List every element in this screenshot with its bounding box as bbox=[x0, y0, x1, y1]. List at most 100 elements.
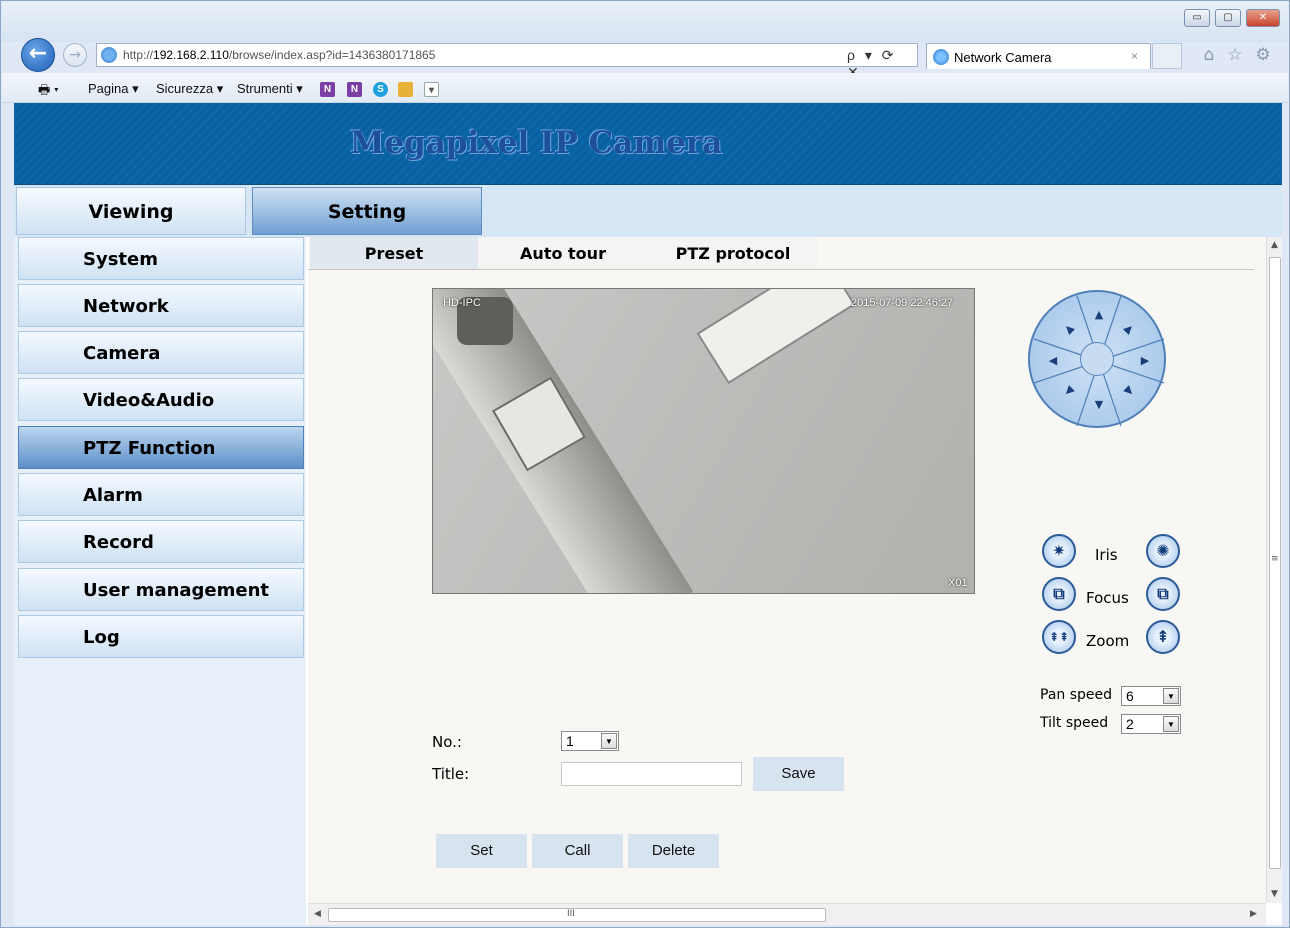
ptz-right-arrow-icon[interactable]: ▶ bbox=[1136, 352, 1154, 370]
save-button[interactable]: Save bbox=[753, 757, 844, 791]
delete-button[interactable]: Delete bbox=[628, 834, 719, 868]
back-button[interactable]: ← bbox=[21, 38, 55, 72]
osd-device-name: HD-IPC bbox=[443, 297, 481, 309]
url-scheme: http:// bbox=[123, 48, 154, 62]
maximize-button[interactable]: ▢ bbox=[1215, 9, 1241, 27]
scroll-grip: III bbox=[567, 909, 575, 919]
browser-tab[interactable]: Network Camera × bbox=[926, 43, 1151, 69]
sidebar-item-system[interactable]: System bbox=[18, 237, 304, 280]
preset-no-select[interactable]: 1 ▼ bbox=[561, 731, 619, 751]
focus-far-icon[interactable]: ⧉ bbox=[1146, 577, 1180, 611]
ie-tab-icon bbox=[933, 49, 949, 65]
onenote-linked-icon[interactable]: N bbox=[347, 82, 362, 97]
nav-setting[interactable]: Setting bbox=[252, 187, 482, 235]
content-panel: Preset Auto tour PTZ protocol HD-IPC 201… bbox=[308, 237, 1266, 925]
menu-strumenti[interactable]: Strumenti ▾ bbox=[237, 81, 303, 97]
preset-title-input[interactable] bbox=[561, 762, 742, 786]
zoom-in-icon[interactable]: ⇞ bbox=[1146, 620, 1180, 654]
call-button[interactable]: Call bbox=[532, 834, 623, 868]
focus-label: Focus bbox=[1086, 589, 1129, 607]
scroll-left-arrow-icon[interactable]: ◀ bbox=[314, 909, 321, 919]
nav-viewing[interactable]: Viewing bbox=[16, 187, 246, 235]
url-host: 192.168.2.110 bbox=[153, 48, 229, 62]
gear-icon[interactable]: ⚙ bbox=[1253, 45, 1273, 65]
tilt-speed-select[interactable]: 2 ▼ bbox=[1121, 714, 1181, 734]
ie-page-icon bbox=[101, 47, 117, 63]
preset-no-value: 1 bbox=[566, 733, 574, 749]
command-bar: 🖶 ▾ Pagina ▾ Sicurezza ▾ Strumenti ▾ N N… bbox=[2, 73, 1288, 103]
iris-open-icon[interactable]: ✺ bbox=[1146, 534, 1180, 568]
vertical-scroll-thumb[interactable]: ≡ bbox=[1269, 257, 1281, 869]
zoom-out-icon[interactable]: ⇞⇞ bbox=[1042, 620, 1076, 654]
tilt-speed-value: 2 bbox=[1126, 716, 1134, 732]
vertical-scrollbar[interactable]: ▲ ≡ ▼ bbox=[1266, 237, 1282, 903]
sidebar-item-camera[interactable]: Camera bbox=[18, 331, 304, 374]
ptz-center-button[interactable] bbox=[1080, 342, 1114, 376]
tab-ptz-protocol[interactable]: PTZ protocol bbox=[648, 237, 818, 269]
sidebar-item-network[interactable]: Network bbox=[18, 284, 304, 327]
tab-close-icon[interactable]: × bbox=[1131, 49, 1138, 63]
tab-title: Network Camera bbox=[954, 50, 1052, 65]
camera-web-page: Megapixel IP Camera Viewing Setting Syst… bbox=[14, 103, 1282, 925]
page-tools-icon[interactable]: ▾ bbox=[424, 82, 439, 97]
ptz-left-arrow-icon[interactable]: ◀ bbox=[1044, 352, 1062, 370]
settings-sidebar: System Network Camera Video&Audio PTZ Fu… bbox=[14, 237, 306, 925]
title-bar bbox=[2, 2, 1288, 42]
scroll-up-arrow-icon[interactable]: ▲ bbox=[1271, 240, 1278, 250]
preset-no-label: No.: bbox=[432, 733, 462, 751]
forward-button[interactable]: → bbox=[63, 43, 87, 67]
chevron-down-icon[interactable]: ▼ bbox=[601, 733, 617, 749]
sidebar-item-video-audio[interactable]: Video&Audio bbox=[18, 378, 304, 421]
preset-title-label: Title: bbox=[432, 765, 470, 783]
tab-auto-tour[interactable]: Auto tour bbox=[478, 237, 648, 269]
chevron-down-icon[interactable]: ▼ bbox=[1163, 688, 1179, 704]
sidebar-item-ptz-function[interactable]: PTZ Function bbox=[18, 426, 304, 469]
chevron-down-icon[interactable]: ▼ bbox=[1163, 716, 1179, 732]
new-tab-button[interactable] bbox=[1152, 43, 1182, 69]
iris-close-icon[interactable]: ✷ bbox=[1042, 534, 1076, 568]
close-window-button[interactable]: ✕ bbox=[1246, 9, 1280, 27]
live-video-view[interactable]: HD-IPC 2015-07-09 22:46:27 X01 bbox=[432, 288, 975, 594]
home-icon[interactable]: ⌂ bbox=[1199, 45, 1219, 65]
osd-timestamp: 2015-07-09 22:46:27 bbox=[851, 297, 954, 309]
addon-icon[interactable] bbox=[398, 82, 413, 97]
arrow-left-icon: ← bbox=[28, 41, 48, 66]
set-button[interactable]: Set bbox=[436, 834, 527, 868]
focus-near-icon[interactable]: ⧉ bbox=[1042, 577, 1076, 611]
ptz-up-arrow-icon[interactable]: ▲ bbox=[1090, 306, 1108, 324]
zoom-label: Zoom bbox=[1086, 632, 1130, 650]
horizontal-scroll-thumb[interactable]: III bbox=[328, 908, 826, 922]
scroll-down-arrow-icon[interactable]: ▼ bbox=[1271, 889, 1278, 899]
menu-pagina[interactable]: Pagina ▾ bbox=[88, 81, 139, 97]
onenote-icon[interactable]: N bbox=[320, 82, 335, 97]
pan-speed-label: Pan speed bbox=[1040, 687, 1113, 703]
subtab-divider bbox=[308, 269, 1254, 270]
osd-channel: X01 bbox=[948, 577, 968, 589]
sidebar-item-user-management[interactable]: User management bbox=[18, 568, 304, 611]
sidebar-item-record[interactable]: Record bbox=[18, 520, 304, 563]
pan-speed-value: 6 bbox=[1126, 688, 1134, 704]
tab-preset[interactable]: Preset bbox=[310, 237, 478, 269]
horizontal-scrollbar[interactable]: ◀ III ▶ bbox=[308, 903, 1266, 925]
url-path: /browse/index.asp?id=1436380171865 bbox=[228, 48, 436, 62]
banner-title: Megapixel IP Camera bbox=[350, 125, 723, 161]
arrow-right-icon: → bbox=[69, 47, 81, 63]
pan-speed-select[interactable]: 6 ▼ bbox=[1121, 686, 1181, 706]
sidebar-item-alarm[interactable]: Alarm bbox=[18, 473, 304, 516]
header-banner: Megapixel IP Camera bbox=[14, 103, 1282, 185]
scroll-grip: ≡ bbox=[1271, 554, 1279, 564]
skype-icon[interactable]: S bbox=[373, 82, 388, 97]
top-nav: Viewing Setting bbox=[14, 185, 1282, 237]
tilt-speed-label: Tilt speed bbox=[1040, 715, 1109, 731]
address-bar[interactable]: http://192.168.2.110/browse/index.asp?id… bbox=[96, 43, 918, 80]
minimize-button[interactable]: ▭ bbox=[1184, 9, 1210, 27]
iris-label: Iris bbox=[1095, 546, 1118, 564]
ptz-down-arrow-icon[interactable]: ▼ bbox=[1090, 396, 1108, 414]
sidebar-item-log[interactable]: Log bbox=[18, 615, 304, 658]
star-icon[interactable]: ☆ bbox=[1225, 45, 1245, 65]
address-url[interactable]: http://192.168.2.110/browse/index.asp?id… bbox=[123, 48, 435, 62]
video-light-fixture bbox=[696, 289, 856, 385]
menu-sicurezza[interactable]: Sicurezza ▾ bbox=[156, 81, 223, 97]
scroll-right-arrow-icon[interactable]: ▶ bbox=[1250, 909, 1257, 919]
print-icon[interactable]: 🖶 ▾ bbox=[38, 81, 59, 103]
